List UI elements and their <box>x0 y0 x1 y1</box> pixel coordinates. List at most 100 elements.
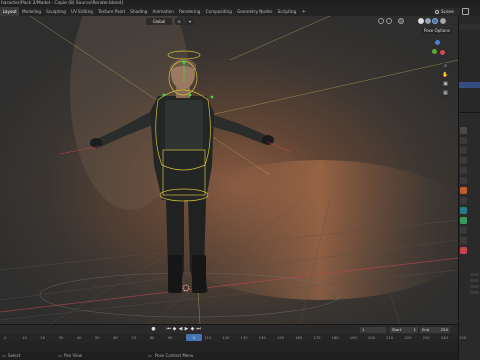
scene-label: Scene <box>441 9 454 14</box>
tab-geometry-nodes[interactable]: Geometry Nodes <box>234 7 275 16</box>
viewport-shading-icon[interactable] <box>378 18 384 24</box>
ruler-tick-label: 130 <box>240 335 248 340</box>
end-value: 250 <box>440 327 448 332</box>
xray-icon[interactable] <box>398 18 404 24</box>
play-reverse-icon[interactable]: ◀ <box>178 327 183 332</box>
start-label: Start <box>392 327 402 332</box>
start-value: 1 <box>413 327 416 332</box>
mouse-left-icon: ▭ <box>2 353 6 358</box>
zoom-icon[interactable]: ⌕ <box>442 63 449 70</box>
tab-animation[interactable]: Animation <box>150 7 177 16</box>
constraints-tab-icon[interactable] <box>460 217 467 224</box>
material-tab-icon[interactable] <box>460 247 467 254</box>
outliner-row[interactable] <box>459 48 480 54</box>
navigation-gizmo[interactable] <box>426 38 448 60</box>
end-frame-field[interactable]: End 250 <box>420 327 450 333</box>
ruler-tick-label: 140 <box>258 335 266 340</box>
rendered-shading-icon[interactable] <box>432 18 438 24</box>
render-tab-icon[interactable] <box>460 137 467 144</box>
status-pan: Pan View <box>64 353 82 358</box>
overlays-icon[interactable] <box>386 18 392 24</box>
ruler-tick-label: 210 <box>386 335 394 340</box>
property-row[interactable] <box>470 273 479 276</box>
timeline-ruler[interactable]: 0102030405060708090100110120130140150160… <box>0 334 466 342</box>
tab-sculpting[interactable]: Sculpting <box>44 7 69 16</box>
pan-hand-icon[interactable]: ✋ <box>442 72 449 79</box>
ruler-tick-label: 160 <box>295 335 303 340</box>
material-preview-icon[interactable] <box>425 18 431 24</box>
window-title: haracter/Pack 2/Model - Copie (8) Source… <box>0 0 480 7</box>
ruler-tick-label: 70 <box>131 335 137 340</box>
view-layer-icon[interactable] <box>462 8 469 15</box>
tab-scripting[interactable]: Scripting <box>275 7 299 16</box>
3d-viewport[interactable] <box>0 16 458 324</box>
bone-tab-icon[interactable] <box>460 237 467 244</box>
snap-button[interactable]: ⌖ <box>186 18 194 25</box>
record-icon[interactable]: ● <box>151 327 156 332</box>
shading-options-icon[interactable] <box>440 18 446 24</box>
ruler-tick-label: 250 <box>459 335 467 340</box>
jump-start-icon[interactable]: ⏮ <box>166 327 171 332</box>
output-tab-icon[interactable] <box>460 147 467 154</box>
status-bar: ▭ Select ▭ Pan View ▭ Pose Context Menu <box>0 352 458 360</box>
play-icon[interactable]: ▶ <box>184 327 189 332</box>
ruler-tick-label: 90 <box>167 335 173 340</box>
tab-texture-paint[interactable]: Texture Paint <box>95 7 127 16</box>
tab-shading[interactable]: Shading <box>128 7 150 16</box>
tool-tab-icon[interactable] <box>460 127 467 134</box>
pose-options-dropdown[interactable]: Pose Options <box>422 28 452 34</box>
orientation-label: Global <box>152 19 166 24</box>
ruler-tick-label: 80 <box>149 335 155 340</box>
ruler-tick-label: 180 <box>331 335 339 340</box>
add-workspace-button[interactable]: + <box>299 9 309 15</box>
transform-orientation-dropdown[interactable]: Global <box>146 18 172 25</box>
end-label: End <box>422 327 430 332</box>
world-tab-icon[interactable] <box>460 177 467 184</box>
ruler-tick-label: 40 <box>76 335 82 340</box>
ruler-tick-label: 170 <box>313 335 321 340</box>
object-tab-icon[interactable] <box>460 187 467 194</box>
playhead[interactable]: 1 <box>186 334 202 341</box>
scene-selector[interactable]: Scene <box>433 8 460 15</box>
outliner-row[interactable] <box>459 40 480 46</box>
start-frame-field[interactable]: Start 1 <box>390 327 418 333</box>
jump-end-icon[interactable]: ⏭ <box>196 327 201 332</box>
ruler-tick-label: 240 <box>440 335 448 340</box>
property-row[interactable] <box>470 279 479 282</box>
tab-modeling[interactable]: Modeling <box>19 7 43 16</box>
modifier-tab-icon[interactable] <box>460 197 467 204</box>
properties-panel[interactable] <box>458 112 480 360</box>
status-select: Select <box>8 353 21 358</box>
outliner-row[interactable] <box>459 32 480 38</box>
outliner-panel[interactable] <box>458 16 480 112</box>
viewport-scene <box>0 16 458 324</box>
perspective-grid-icon[interactable]: ▦ <box>442 90 449 97</box>
gizmo-y-icon[interactable] <box>432 49 437 54</box>
ruler-tick-label: 110 <box>204 335 212 340</box>
ruler-tick-label: 30 <box>58 335 64 340</box>
gizmo-x-icon[interactable] <box>440 50 445 55</box>
outliner-row-selected[interactable] <box>459 82 480 88</box>
outliner-row[interactable] <box>459 24 480 30</box>
ruler-tick-label: 230 <box>422 335 430 340</box>
camera-view-icon[interactable]: ▣ <box>442 81 449 88</box>
prev-keyframe-icon[interactable]: ◆ <box>172 327 177 332</box>
tab-compositing[interactable]: Compositing <box>203 7 234 16</box>
tab-layout[interactable]: Layout <box>0 7 20 16</box>
ruler-tick-label: 190 <box>349 335 357 340</box>
next-keyframe-icon[interactable]: ◆ <box>190 327 195 332</box>
tab-rendering[interactable]: Rendering <box>176 7 203 16</box>
workspace-tabs: Layout Modeling Sculpting UV Editing Texture… <box>0 7 480 16</box>
data-tab-icon[interactable] <box>460 227 467 234</box>
solid-shading-icon[interactable] <box>418 18 424 24</box>
current-frame-field[interactable]: 1 <box>360 327 386 333</box>
pivot-point-button[interactable]: ⊙ <box>175 18 183 25</box>
physics-tab-icon[interactable] <box>460 207 467 214</box>
view-layer-tab-icon[interactable] <box>460 157 467 164</box>
tab-uv-editing[interactable]: UV Editing <box>68 7 95 16</box>
scene-tab-icon[interactable] <box>460 167 467 174</box>
property-row[interactable] <box>470 285 479 288</box>
gizmo-z-icon[interactable] <box>435 40 440 45</box>
property-row[interactable] <box>470 291 479 294</box>
mouse-right-icon: ▭ <box>148 353 152 358</box>
